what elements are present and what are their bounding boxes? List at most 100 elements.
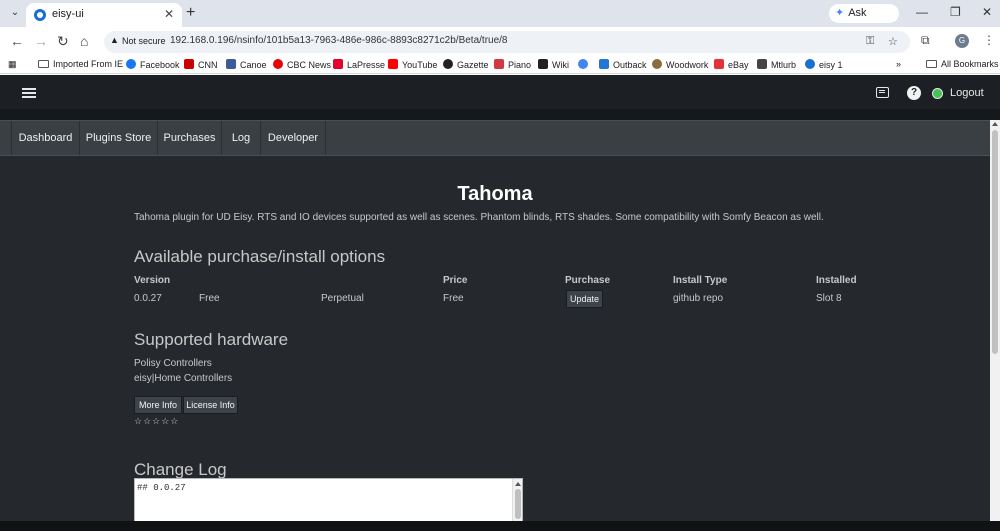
mtlurb-icon bbox=[757, 59, 767, 69]
forward-arrow-icon[interactable]: → bbox=[34, 33, 48, 49]
bookmark-google[interactable] bbox=[578, 59, 592, 70]
password-key-icon[interactable]: ⚿ bbox=[866, 35, 874, 48]
folder-icon bbox=[38, 60, 49, 68]
connection-status-icon bbox=[932, 88, 943, 99]
cell-install-type: github repo bbox=[673, 293, 724, 304]
browser-tab[interactable]: eisy-ui ✕ bbox=[26, 3, 182, 27]
url-text[interactable]: 192.168.0.196/nsinfo/101b5a13-7963-486e-… bbox=[170, 35, 508, 46]
eisy-favicon-icon bbox=[34, 9, 46, 21]
cbc-icon bbox=[273, 59, 283, 69]
eisy-icon bbox=[805, 59, 815, 69]
google-icon bbox=[578, 59, 588, 69]
minimize-icon[interactable]: — bbox=[916, 5, 928, 19]
new-tab-button[interactable]: + bbox=[186, 4, 195, 22]
browser-tabstrip: ⌄ eisy-ui ✕ + ✦Ask Gemini — ❐ ✕ bbox=[0, 0, 1000, 38]
hardware-item: Polisy Controllers bbox=[134, 358, 212, 369]
bookmark-facebook[interactable]: Facebook bbox=[126, 59, 180, 70]
ask-gemini-button[interactable]: ✦Ask Gemini bbox=[829, 4, 899, 38]
scroll-up-arrow-icon[interactable] bbox=[992, 122, 998, 126]
bookmark-mtlurb[interactable]: Mtlurb bbox=[757, 59, 796, 70]
app-topbar: ? Logout bbox=[0, 75, 1000, 109]
apps-grid-icon[interactable]: ▦ bbox=[8, 59, 17, 70]
bookmark-cbc-news[interactable]: CBC News bbox=[273, 59, 331, 70]
page-scrollbar[interactable] bbox=[990, 120, 1000, 531]
options-heading: Available purchase/install options bbox=[134, 247, 386, 266]
home-icon[interactable]: ⌂ bbox=[80, 33, 88, 49]
plugin-detail: Tahoma Tahoma plugin for UD Eisy. RTS an… bbox=[0, 156, 990, 531]
bottom-edge bbox=[0, 521, 1000, 531]
all-bookmarks[interactable]: All Bookmarks bbox=[926, 59, 999, 69]
license-info-button[interactable]: License Info bbox=[183, 396, 238, 414]
rating-stars[interactable]: ☆☆☆☆☆ bbox=[134, 416, 179, 427]
window-close-icon[interactable]: ✕ bbox=[982, 5, 992, 19]
bookmark-youtube[interactable]: YouTube bbox=[388, 59, 437, 70]
address-bar[interactable]: ▲ Not secure 192.168.0.196/nsinfo/101b5a… bbox=[104, 31, 910, 53]
youtube-icon bbox=[388, 59, 398, 69]
cell-installed: Slot 8 bbox=[816, 293, 842, 304]
warning-triangle-icon: ▲ bbox=[110, 35, 119, 45]
plugin-description: Tahoma plugin for UD Eisy. RTS and IO de… bbox=[134, 212, 824, 223]
bookmark-gazette[interactable]: Gazette bbox=[443, 59, 489, 70]
tab-plugins-store[interactable]: Plugins Store bbox=[80, 121, 158, 155]
cell-free: Free bbox=[199, 293, 220, 304]
tab-title: eisy-ui bbox=[52, 8, 84, 20]
bookmark-wiki[interactable]: Wiki bbox=[538, 59, 569, 70]
bookmark-star-icon[interactable]: ☆ bbox=[888, 35, 898, 48]
topbar-divider bbox=[0, 109, 1000, 120]
bookmark-piano[interactable]: Piano bbox=[494, 59, 531, 70]
bookmark-cnn[interactable]: CNN bbox=[184, 59, 218, 70]
cell-version: 0.0.27 bbox=[134, 293, 162, 304]
profile-avatar[interactable]: G bbox=[955, 34, 969, 48]
cell-price: Free bbox=[443, 293, 464, 304]
tab-close-icon[interactable]: ✕ bbox=[164, 7, 174, 21]
restore-icon[interactable]: ❐ bbox=[950, 5, 961, 19]
bookmark-imported-from-ie[interactable]: Imported From IE bbox=[38, 59, 123, 69]
wiki-icon bbox=[538, 59, 548, 69]
outback-icon bbox=[599, 59, 609, 69]
tab-log[interactable]: Log bbox=[222, 121, 261, 155]
security-label[interactable]: Not secure bbox=[122, 36, 166, 46]
messages-icon[interactable] bbox=[876, 87, 889, 98]
col-install-type: Install Type bbox=[673, 275, 728, 286]
lapresse-icon bbox=[333, 59, 343, 69]
scroll-thumb[interactable] bbox=[992, 130, 998, 354]
back-arrow-icon[interactable]: ← bbox=[10, 33, 24, 49]
plugin-title: Tahoma bbox=[457, 183, 533, 205]
more-bookmarks-chevron-icon[interactable]: » bbox=[896, 59, 901, 69]
reload-icon[interactable]: ↻ bbox=[57, 33, 69, 50]
col-purchase: Purchase bbox=[565, 275, 611, 286]
bookmark-lapresse[interactable]: LaPresse bbox=[333, 59, 385, 70]
ebay-icon bbox=[714, 59, 724, 69]
cnn-icon bbox=[184, 59, 194, 69]
tab-dashboard[interactable]: Dashboard bbox=[11, 121, 80, 155]
woodwork-icon bbox=[652, 59, 662, 69]
update-button[interactable]: Update bbox=[566, 290, 603, 308]
folder-icon bbox=[926, 60, 937, 68]
bookmark-canoe[interactable]: Canoe bbox=[226, 59, 267, 70]
scroll-up-arrow-icon[interactable] bbox=[515, 482, 521, 486]
tab-purchases[interactable]: Purchases bbox=[158, 121, 222, 155]
hamburger-menu-icon[interactable] bbox=[22, 88, 36, 98]
logout-button[interactable]: Logout bbox=[950, 87, 984, 99]
main-nav: Dashboard Plugins Store Purchases Log De… bbox=[0, 120, 990, 156]
tab-search-chevron-icon[interactable]: ⌄ bbox=[6, 5, 24, 21]
browser-menu-icon[interactable]: ⋮ bbox=[983, 33, 995, 47]
more-info-button[interactable]: More Info bbox=[134, 396, 182, 414]
tab-developer[interactable]: Developer bbox=[261, 121, 326, 155]
changelog-line: ## 0.0.27 bbox=[137, 483, 186, 493]
cell-license: Perpetual bbox=[321, 293, 364, 304]
gemini-sparkle-icon: ✦ bbox=[835, 7, 845, 19]
bookmark-eisy-1[interactable]: eisy 1 bbox=[805, 59, 843, 70]
extensions-puzzle-icon[interactable]: ⧉ bbox=[921, 33, 930, 48]
canoe-icon bbox=[226, 59, 236, 69]
bookmark-outback[interactable]: Outback bbox=[599, 59, 647, 70]
col-version: Version bbox=[134, 275, 171, 286]
col-price: Price bbox=[443, 275, 468, 286]
bookmark-ebay[interactable]: eBay bbox=[714, 59, 749, 70]
hardware-item: eisy|Home Controllers bbox=[134, 373, 233, 384]
help-icon[interactable]: ? bbox=[907, 86, 921, 100]
browser-toolbar: ← → ↻ ⌂ ▲ Not secure 192.168.0.196/nsinf… bbox=[0, 27, 1000, 56]
changelog-scroll-thumb[interactable] bbox=[515, 489, 521, 519]
hardware-heading: Supported hardware bbox=[134, 330, 289, 349]
bookmark-woodwork[interactable]: Woodwork bbox=[652, 59, 708, 70]
